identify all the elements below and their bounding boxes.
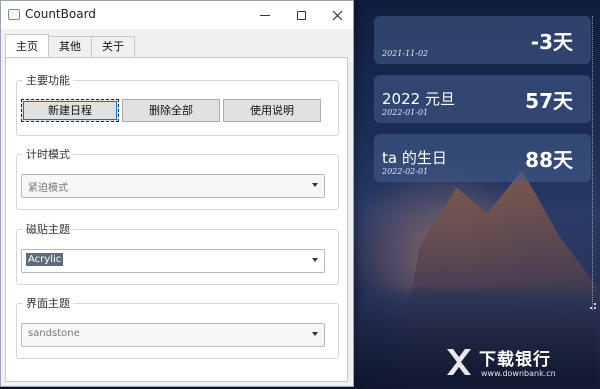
title-bar[interactable]: CountBoard: [1, 1, 353, 29]
ui-theme-group: 界面主题 sandstone: [16, 295, 339, 359]
group-label: 主要功能: [23, 72, 73, 88]
tab-other[interactable]: 其他: [48, 36, 92, 57]
tile-theme-group: 磁贴主题 Acrylic: [16, 221, 339, 285]
chevron-down-icon: [312, 258, 318, 262]
watermark-logo-icon: [447, 349, 471, 375]
watermark-text: 下载银行: [479, 350, 551, 370]
chevron-down-icon: [312, 183, 318, 187]
tile-theme-select[interactable]: Acrylic: [21, 249, 325, 273]
tile-count: 57天: [525, 89, 573, 113]
group-label: 磁贴主题: [23, 221, 73, 237]
tile-date: 2021-11-02: [382, 49, 429, 58]
tab-strip: 主页 其他 关于: [5, 34, 135, 57]
tile-count: -3天: [530, 30, 573, 54]
tile-title: 2022 元旦: [382, 90, 455, 108]
select-value: Acrylic: [26, 253, 64, 266]
maximize-icon: [296, 10, 306, 20]
tile-count: 88天: [525, 148, 573, 172]
group-label: 界面主题: [23, 295, 73, 311]
timer-mode-select[interactable]: 紧迫模式: [21, 174, 325, 198]
app-icon: [8, 9, 20, 20]
close-button[interactable]: [319, 1, 355, 29]
tile-date: 2022-02-01: [382, 167, 429, 176]
resize-grip[interactable]: [590, 303, 596, 309]
timer-mode-group: 计时模式 紧迫模式: [16, 146, 339, 210]
tab-home[interactable]: 主页: [5, 34, 49, 57]
minimize-icon: [260, 14, 270, 16]
window-title: CountBoard: [25, 7, 96, 21]
app-window: CountBoard 主页 其他 关于 主要功能 新建日程 删除全部 使用说明: [0, 0, 354, 387]
tile-panel-border: [592, 16, 596, 310]
window-client: 主页 其他 关于 主要功能 新建日程 删除全部 使用说明 计时模式 紧迫模式 磁…: [1, 29, 353, 386]
tab-about[interactable]: 关于: [91, 36, 135, 57]
countdown-tile[interactable]: 2022 元旦 2022-01-01 57天: [374, 75, 591, 123]
tile-title: ta 的生日: [382, 149, 447, 167]
chevron-down-icon: [312, 332, 318, 336]
select-value: sandstone: [28, 328, 80, 339]
watermark-url: www.downbank.cn: [481, 369, 556, 378]
group-label: 计时模式: [23, 146, 73, 162]
tab-panel-home: 主要功能 新建日程 删除全部 使用说明 计时模式 紧迫模式 磁贴主题 Acryl…: [5, 57, 348, 382]
minimize-button[interactable]: [247, 1, 283, 29]
delete-all-button[interactable]: 删除全部: [122, 99, 220, 122]
countdown-tile[interactable]: 2021-11-02 -3天: [374, 16, 591, 64]
close-icon: [332, 10, 342, 20]
instructions-button[interactable]: 使用说明: [223, 99, 321, 122]
maximize-button[interactable]: [283, 1, 319, 29]
watermark: 下载银行 www.downbank.cn: [445, 343, 595, 383]
ui-theme-select[interactable]: sandstone: [21, 323, 325, 347]
main-functions-group: 主要功能 新建日程 删除全部 使用说明: [16, 72, 339, 136]
new-schedule-button[interactable]: 新建日程: [21, 99, 119, 122]
select-value: 紧迫模式: [28, 183, 68, 194]
countdown-tile[interactable]: ta 的生日 2022-02-01 88天: [374, 134, 591, 182]
tile-date: 2022-01-01: [382, 108, 429, 117]
